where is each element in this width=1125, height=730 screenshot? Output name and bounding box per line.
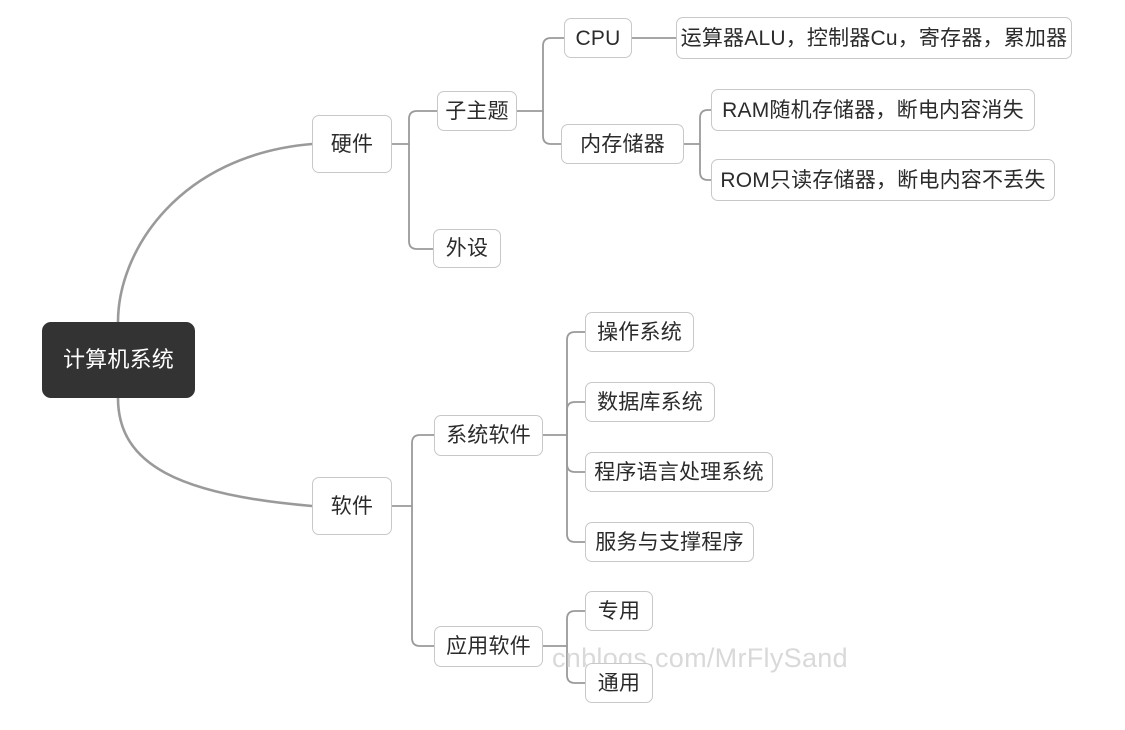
node-subtopic[interactable]: 子主题 <box>437 91 517 131</box>
edge-root-hardware <box>116 142 314 324</box>
node-ram-label: RAM随机存储器，断电内容消失 <box>722 98 1024 122</box>
node-language-processing-system-label: 程序语言处理系统 <box>594 460 764 484</box>
node-application-software[interactable]: 应用软件 <box>434 626 543 667</box>
node-memory-label: 内存储器 <box>580 132 665 156</box>
node-software-label: 软件 <box>330 494 374 518</box>
node-peripherals[interactable]: 外设 <box>433 229 501 268</box>
node-database-system-label: 数据库系统 <box>597 390 703 414</box>
edge-software-app <box>411 506 434 647</box>
node-rom-label: ROM只读存储器，断电内容不丢失 <box>720 168 1046 192</box>
node-hardware-label: 硬件 <box>330 132 374 156</box>
node-subtopic-label: 子主题 <box>445 99 509 123</box>
node-support-programs[interactable]: 服务与支撑程序 <box>585 522 754 562</box>
node-special-purpose-label: 专用 <box>597 599 641 623</box>
node-peripherals-label: 外设 <box>445 237 489 260</box>
node-operating-system-label: 操作系统 <box>597 320 682 344</box>
edge-memory-ram <box>684 109 711 145</box>
node-cpu-components[interactable]: 运算器ALU，控制器Cu，寄存器，累加器 <box>676 17 1072 59</box>
node-special-purpose[interactable]: 专用 <box>585 591 653 631</box>
edge-subtopic-memory <box>542 111 561 145</box>
node-ram[interactable]: RAM随机存储器，断电内容消失 <box>711 89 1035 131</box>
mindmap-canvas: cnblogs.com/MrFlySand 计算机系统 硬件 子主题 外设 CP… <box>0 0 1125 730</box>
node-general-purpose-label: 通用 <box>597 671 641 695</box>
edge-system-support <box>566 435 585 543</box>
node-operating-system[interactable]: 操作系统 <box>585 312 694 352</box>
node-software[interactable]: 软件 <box>312 477 392 535</box>
node-root-label: 计算机系统 <box>62 347 174 372</box>
edge-software-system <box>392 434 434 507</box>
node-rom[interactable]: ROM只读存储器，断电内容不丢失 <box>711 159 1055 201</box>
node-general-purpose[interactable]: 通用 <box>585 663 653 703</box>
node-support-programs-label: 服务与支撑程序 <box>595 530 744 554</box>
edge-app-special <box>543 610 585 647</box>
edge-root-software <box>116 396 314 508</box>
node-language-processing-system[interactable]: 程序语言处理系统 <box>585 452 773 492</box>
edge-subtopic-cpu <box>517 37 564 112</box>
edge-system-langproc <box>566 435 585 473</box>
node-application-software-label: 应用软件 <box>446 635 531 658</box>
edge-hardware-peripherals <box>408 144 433 250</box>
edge-hardware-subtopic <box>392 110 437 145</box>
node-root[interactable]: 计算机系统 <box>42 322 195 398</box>
node-system-software-label: 系统软件 <box>446 424 531 447</box>
node-cpu-components-label: 运算器ALU，控制器Cu，寄存器，累加器 <box>680 26 1068 50</box>
edge-system-database <box>566 401 585 435</box>
edge-system-os <box>543 331 585 436</box>
node-cpu-label: CPU <box>575 26 621 50</box>
node-cpu[interactable]: CPU <box>564 18 632 58</box>
node-hardware[interactable]: 硬件 <box>312 115 392 173</box>
node-database-system[interactable]: 数据库系统 <box>585 382 715 422</box>
node-memory[interactable]: 内存储器 <box>561 124 684 164</box>
edge-memory-rom <box>699 144 711 181</box>
node-system-software[interactable]: 系统软件 <box>434 415 543 456</box>
